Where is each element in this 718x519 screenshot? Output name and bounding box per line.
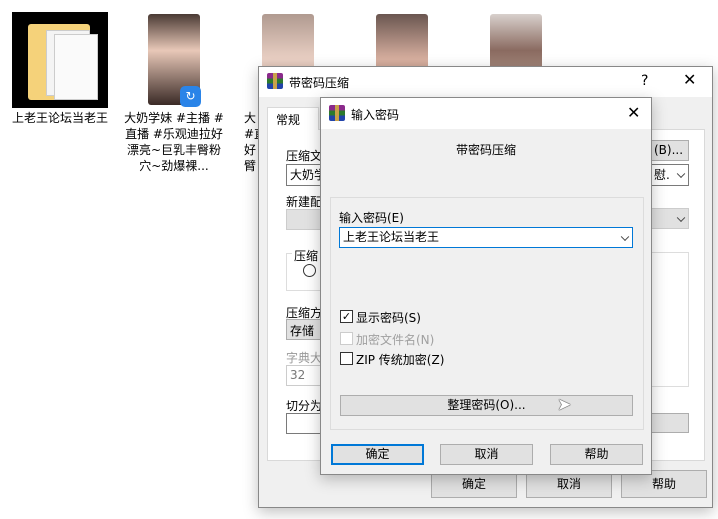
winrar-icon bbox=[329, 105, 345, 121]
show-password-checkbox[interactable]: ✓ bbox=[340, 310, 353, 323]
close-icon[interactable]: ✕ bbox=[627, 103, 640, 122]
encrypt-names-label[interactable]: 加密文件名(N) bbox=[356, 331, 434, 348]
dialog-heading: 带密码压缩 bbox=[455, 143, 516, 157]
password-input[interactable]: 上老王论坛当老王 bbox=[339, 227, 633, 248]
right-button[interactable] bbox=[651, 413, 689, 433]
help-button[interactable]: 帮助 bbox=[550, 444, 643, 465]
browse-button[interactable]: (B)... bbox=[651, 140, 689, 161]
close-icon[interactable]: ✕ bbox=[683, 70, 696, 89]
mouse-cursor-icon: ➤ bbox=[557, 395, 572, 415]
app-badge-icon: ↻ bbox=[180, 86, 201, 107]
password-label: 输入密码(E) bbox=[339, 211, 404, 225]
dialog-title: 输入密码 bbox=[351, 108, 400, 122]
help-button[interactable]: ? bbox=[641, 73, 648, 89]
zip-legacy-checkbox[interactable] bbox=[340, 352, 353, 365]
dialog-title: 带密码压缩 bbox=[289, 76, 350, 90]
folder-icon[interactable] bbox=[12, 12, 108, 108]
ok-button[interactable]: 确定 bbox=[331, 444, 424, 465]
desktop-icon-label[interactable]: 上老王论坛当老王 bbox=[10, 110, 110, 126]
update-mode-select[interactable]: 慰. bbox=[651, 164, 689, 186]
desktop-icon-label[interactable]: 大奶学妹 #主播 #直播 #乐观迪拉好漂亮~巨乳丰臀粉穴~劲爆裸... bbox=[124, 110, 224, 174]
format-group-label: 压缩 bbox=[292, 247, 321, 264]
password-dialog: 输入密码 ✕ 带密码压缩 输入密码(E) 上老王论坛当老王 ✓ 显示密码(S) … bbox=[320, 97, 652, 475]
profile-select-right[interactable] bbox=[651, 208, 689, 229]
winrar-icon bbox=[267, 73, 283, 89]
dict-label: 字典大 bbox=[286, 351, 323, 365]
encrypt-names-checkbox[interactable] bbox=[340, 332, 353, 345]
zip-legacy-label[interactable]: ZIP 传统加密(Z) bbox=[356, 351, 444, 368]
archive-name-label: 压缩文 bbox=[286, 149, 323, 163]
cancel-button[interactable]: 取消 bbox=[440, 444, 533, 465]
organize-passwords-button[interactable]: 整理密码(O)... bbox=[340, 395, 633, 416]
split-label: 切分为 bbox=[286, 399, 323, 413]
profile-label: 新建配 bbox=[286, 195, 323, 209]
show-password-label[interactable]: 显示密码(S) bbox=[356, 309, 421, 326]
format-radio[interactable] bbox=[303, 264, 316, 277]
tab-general[interactable]: 常规 bbox=[267, 107, 319, 130]
